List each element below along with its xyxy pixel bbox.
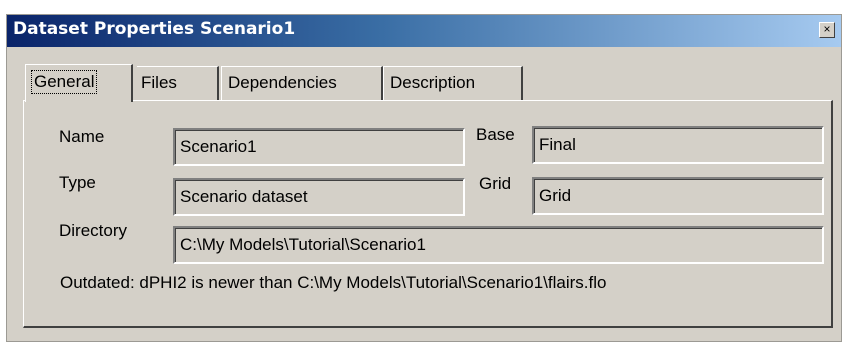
close-icon: × (823, 22, 831, 36)
tab-files-label: Files (141, 73, 177, 92)
tab-general[interactable]: General (25, 64, 133, 102)
base-label: Base (476, 125, 515, 144)
close-button[interactable]: × (819, 22, 835, 38)
outdated-status-text: Outdated: dPHI2 is newer than C:\My Mode… (60, 273, 607, 292)
window-title: Dataset Properties Scenario1 (13, 19, 296, 39)
tab-files[interactable]: Files (137, 66, 219, 100)
directory-label: Directory (59, 221, 128, 240)
grid-field[interactable]: Grid (532, 177, 824, 215)
name-label: Name (59, 127, 105, 146)
tab-dependencies[interactable]: Dependencies (221, 66, 383, 100)
name-field[interactable]: Scenario1 (173, 128, 465, 166)
directory-field[interactable]: C:\My Models\Tutorial\Scenario1 (173, 226, 824, 264)
tab-description[interactable]: Description (383, 66, 523, 100)
general-panel: Name Scenario1 Base Final Type Scenario … (23, 100, 833, 328)
tab-description-label: Description (390, 73, 476, 92)
tab-dependencies-label: Dependencies (228, 73, 337, 92)
dataset-properties-window: Dataset Properties Scenario1 × General F… (6, 14, 842, 342)
type-field[interactable]: Scenario dataset (173, 178, 465, 216)
base-field[interactable]: Final (532, 126, 824, 164)
grid-label: Grid (479, 174, 512, 193)
type-label: Type (59, 173, 96, 192)
tab-general-label: General (30, 70, 98, 94)
title-bar[interactable]: Dataset Properties Scenario1 × (7, 15, 841, 47)
